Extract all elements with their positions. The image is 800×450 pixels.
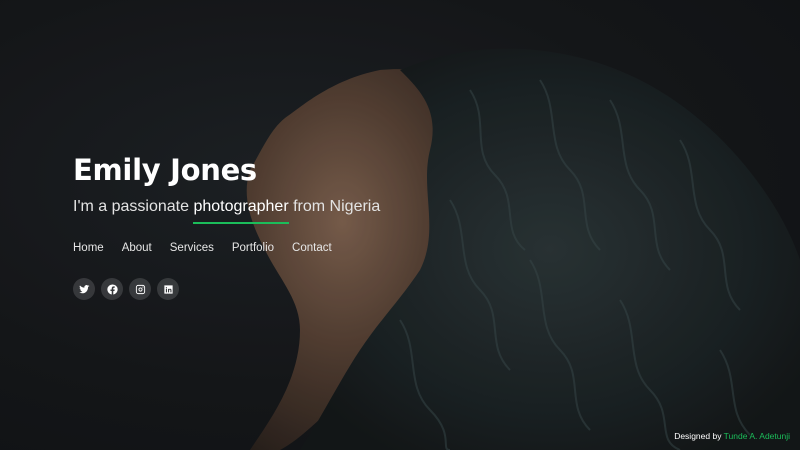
instagram-link[interactable] bbox=[129, 278, 151, 300]
facebook-link[interactable] bbox=[101, 278, 123, 300]
facebook-icon bbox=[106, 283, 118, 294]
nav-item-about[interactable]: About bbox=[122, 240, 152, 256]
tagline-prefix: I'm a passionate bbox=[73, 198, 190, 215]
nav-item-services[interactable]: Services bbox=[170, 240, 214, 256]
hero-content: Emily Jones I'm a passionate photographe… bbox=[73, 150, 433, 300]
tagline-suffix: from Nigeria bbox=[293, 198, 381, 215]
nav-item-portfolio[interactable]: Portfolio bbox=[232, 240, 274, 256]
twitter-icon bbox=[78, 284, 90, 293]
linkedin-icon bbox=[163, 284, 173, 294]
footer-credits: Designed by Tunde A. Adetunji bbox=[674, 431, 790, 441]
credits-label: Designed by bbox=[674, 431, 722, 441]
social-links bbox=[73, 278, 433, 300]
main-nav: Home About Services Portfolio Contact bbox=[73, 240, 433, 256]
hero-tagline: I'm a passionate photographer from Niger… bbox=[73, 194, 433, 224]
hero-name: Emily Jones bbox=[73, 153, 257, 187]
nav-item-home[interactable]: Home bbox=[73, 240, 104, 256]
nav-item-contact[interactable]: Contact bbox=[292, 240, 332, 256]
linkedin-link[interactable] bbox=[157, 278, 179, 300]
tagline-typed-word: photographer bbox=[193, 194, 289, 224]
twitter-link[interactable] bbox=[73, 278, 95, 300]
instagram-icon bbox=[135, 284, 145, 294]
credits-author-link[interactable]: Tunde A. Adetunji bbox=[724, 431, 790, 441]
